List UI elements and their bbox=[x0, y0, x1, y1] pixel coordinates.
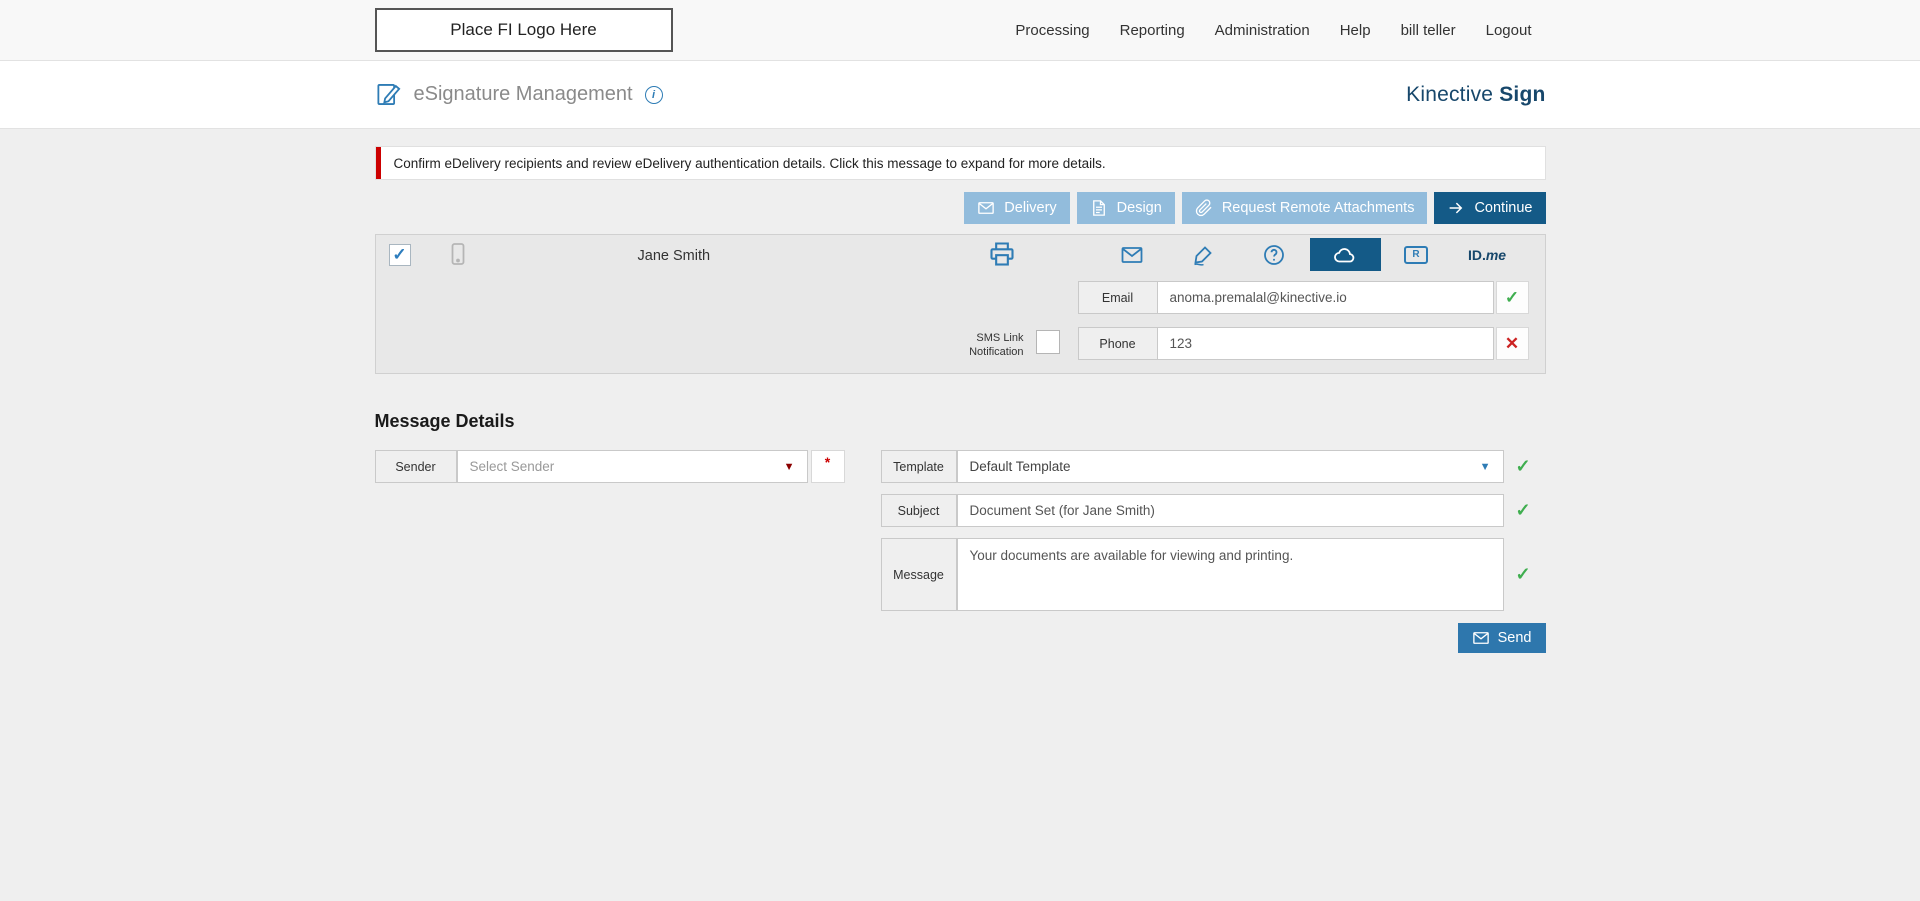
nav-item-user[interactable]: bill teller bbox=[1401, 22, 1456, 39]
method-security-question-icon[interactable] bbox=[1239, 238, 1310, 271]
fi-logo-text: Place FI Logo Here bbox=[450, 20, 597, 39]
method-email-icon[interactable] bbox=[1097, 238, 1168, 271]
template-selected-value: Default Template bbox=[969, 459, 1071, 474]
message-details-heading: Message Details bbox=[374, 411, 515, 431]
email-input[interactable] bbox=[1156, 281, 1494, 314]
subject-input[interactable] bbox=[956, 494, 1504, 527]
message-details-form: Sender Select Sender ▼ * Template Defaul… bbox=[374, 450, 1546, 653]
subject-label: Subject bbox=[880, 494, 957, 527]
sender-placeholder: Select Sender bbox=[469, 459, 555, 474]
edelivery-alert-banner[interactable]: Confirm eDelivery recipients and review … bbox=[374, 146, 1546, 180]
action-toolbar: Delivery Design Request Remote Attachmen… bbox=[375, 192, 1546, 224]
template-row: Template Default Template ▼ ✓ bbox=[880, 450, 1546, 483]
printer-icon[interactable] bbox=[988, 240, 1016, 268]
email-label: Email bbox=[1077, 281, 1158, 314]
subject-valid-check-icon: ✓ bbox=[1515, 500, 1531, 520]
send-row: Send bbox=[881, 623, 1546, 653]
message-textarea[interactable]: Your documents are available for viewing… bbox=[956, 538, 1504, 611]
nav-item-reporting[interactable]: Reporting bbox=[1120, 22, 1185, 39]
sender-row: Sender Select Sender ▼ * bbox=[374, 450, 845, 653]
kiosk-letter: R bbox=[1412, 248, 1420, 260]
page-title: eSignature Management bbox=[413, 83, 633, 105]
nav-item-help[interactable]: Help bbox=[1340, 22, 1371, 39]
top-navigation: Processing Reporting Administration Help… bbox=[1015, 22, 1531, 39]
sender-dropdown[interactable]: Select Sender ▼ bbox=[456, 450, 808, 483]
nav-item-administration[interactable]: Administration bbox=[1215, 22, 1310, 39]
method-remote-kiosk-icon[interactable]: R bbox=[1381, 238, 1452, 271]
info-icon[interactable]: i bbox=[644, 85, 663, 104]
subject-row: Subject ✓ bbox=[880, 494, 1546, 527]
esignature-document-icon bbox=[375, 81, 402, 108]
recipient-card: ✓ Jane Smith R ID.me Email anoma.premala… bbox=[374, 234, 1546, 374]
send-button[interactable]: Send bbox=[1457, 623, 1546, 653]
check-icon: ✓ bbox=[392, 245, 407, 264]
chevron-down-icon: ▼ bbox=[783, 460, 795, 473]
message-valid-check-icon: ✓ bbox=[1515, 564, 1531, 584]
method-idme-icon[interactable]: ID.me bbox=[1452, 238, 1523, 271]
phone-input[interactable] bbox=[1156, 327, 1494, 360]
message-row: Message Your documents are available for… bbox=[880, 538, 1546, 611]
template-label: Template bbox=[880, 450, 957, 483]
sender-required-marker: * bbox=[810, 450, 845, 483]
envelope-icon bbox=[978, 202, 995, 214]
template-dropdown[interactable]: Default Template ▼ bbox=[956, 450, 1504, 483]
chevron-down-icon: ▼ bbox=[1479, 460, 1491, 473]
kiosk-screen-shape: R bbox=[1404, 245, 1428, 264]
brand-logo: Kinective Sign bbox=[1406, 82, 1546, 106]
sms-link-notification-label: SMS Link Notification bbox=[969, 332, 1024, 359]
sender-label: Sender bbox=[374, 450, 457, 483]
document-icon bbox=[1092, 200, 1105, 216]
top-bar: Place FI Logo Here Processing Reporting … bbox=[0, 0, 1920, 61]
paperclip-icon bbox=[1195, 199, 1212, 217]
sms-link-notification-checkbox[interactable] bbox=[1035, 330, 1060, 354]
method-cloud-delivery-icon[interactable] bbox=[1309, 238, 1381, 271]
recipient-name: Jane Smith bbox=[637, 248, 711, 264]
design-button[interactable]: Design bbox=[1076, 192, 1175, 224]
alert-accent-bar bbox=[375, 147, 381, 179]
delivery-method-toggle-group: R ID.me bbox=[1097, 238, 1523, 271]
mobile-device-icon bbox=[446, 242, 470, 266]
phone-invalid-cross-icon[interactable]: ✕ bbox=[1495, 327, 1529, 360]
message-fields-column: Template Default Template ▼ ✓ Subject ✓ … bbox=[880, 450, 1546, 653]
arrow-right-icon bbox=[1450, 202, 1463, 214]
nav-item-logout[interactable]: Logout bbox=[1486, 22, 1532, 39]
template-valid-check-icon: ✓ bbox=[1515, 456, 1531, 476]
idme-logo: ID.me bbox=[1467, 246, 1507, 263]
delivery-button[interactable]: Delivery bbox=[964, 192, 1070, 224]
envelope-icon bbox=[1472, 632, 1489, 644]
phone-label: Phone bbox=[1077, 327, 1158, 360]
email-valid-check-icon: ✓ bbox=[1495, 281, 1529, 314]
nav-item-processing[interactable]: Processing bbox=[1015, 22, 1089, 39]
recipient-checkbox[interactable]: ✓ bbox=[388, 244, 411, 266]
message-label: Message bbox=[880, 538, 957, 611]
alert-message: Confirm eDelivery recipients and review … bbox=[393, 155, 1106, 171]
request-remote-attachments-button[interactable]: Request Remote Attachments bbox=[1181, 192, 1428, 224]
fi-logo-placeholder[interactable]: Place FI Logo Here bbox=[374, 8, 673, 52]
method-esign-pen-icon[interactable] bbox=[1168, 238, 1239, 271]
page-header: eSignature Management i Kinective Sign bbox=[0, 61, 1920, 129]
continue-button[interactable]: Continue bbox=[1434, 192, 1546, 224]
